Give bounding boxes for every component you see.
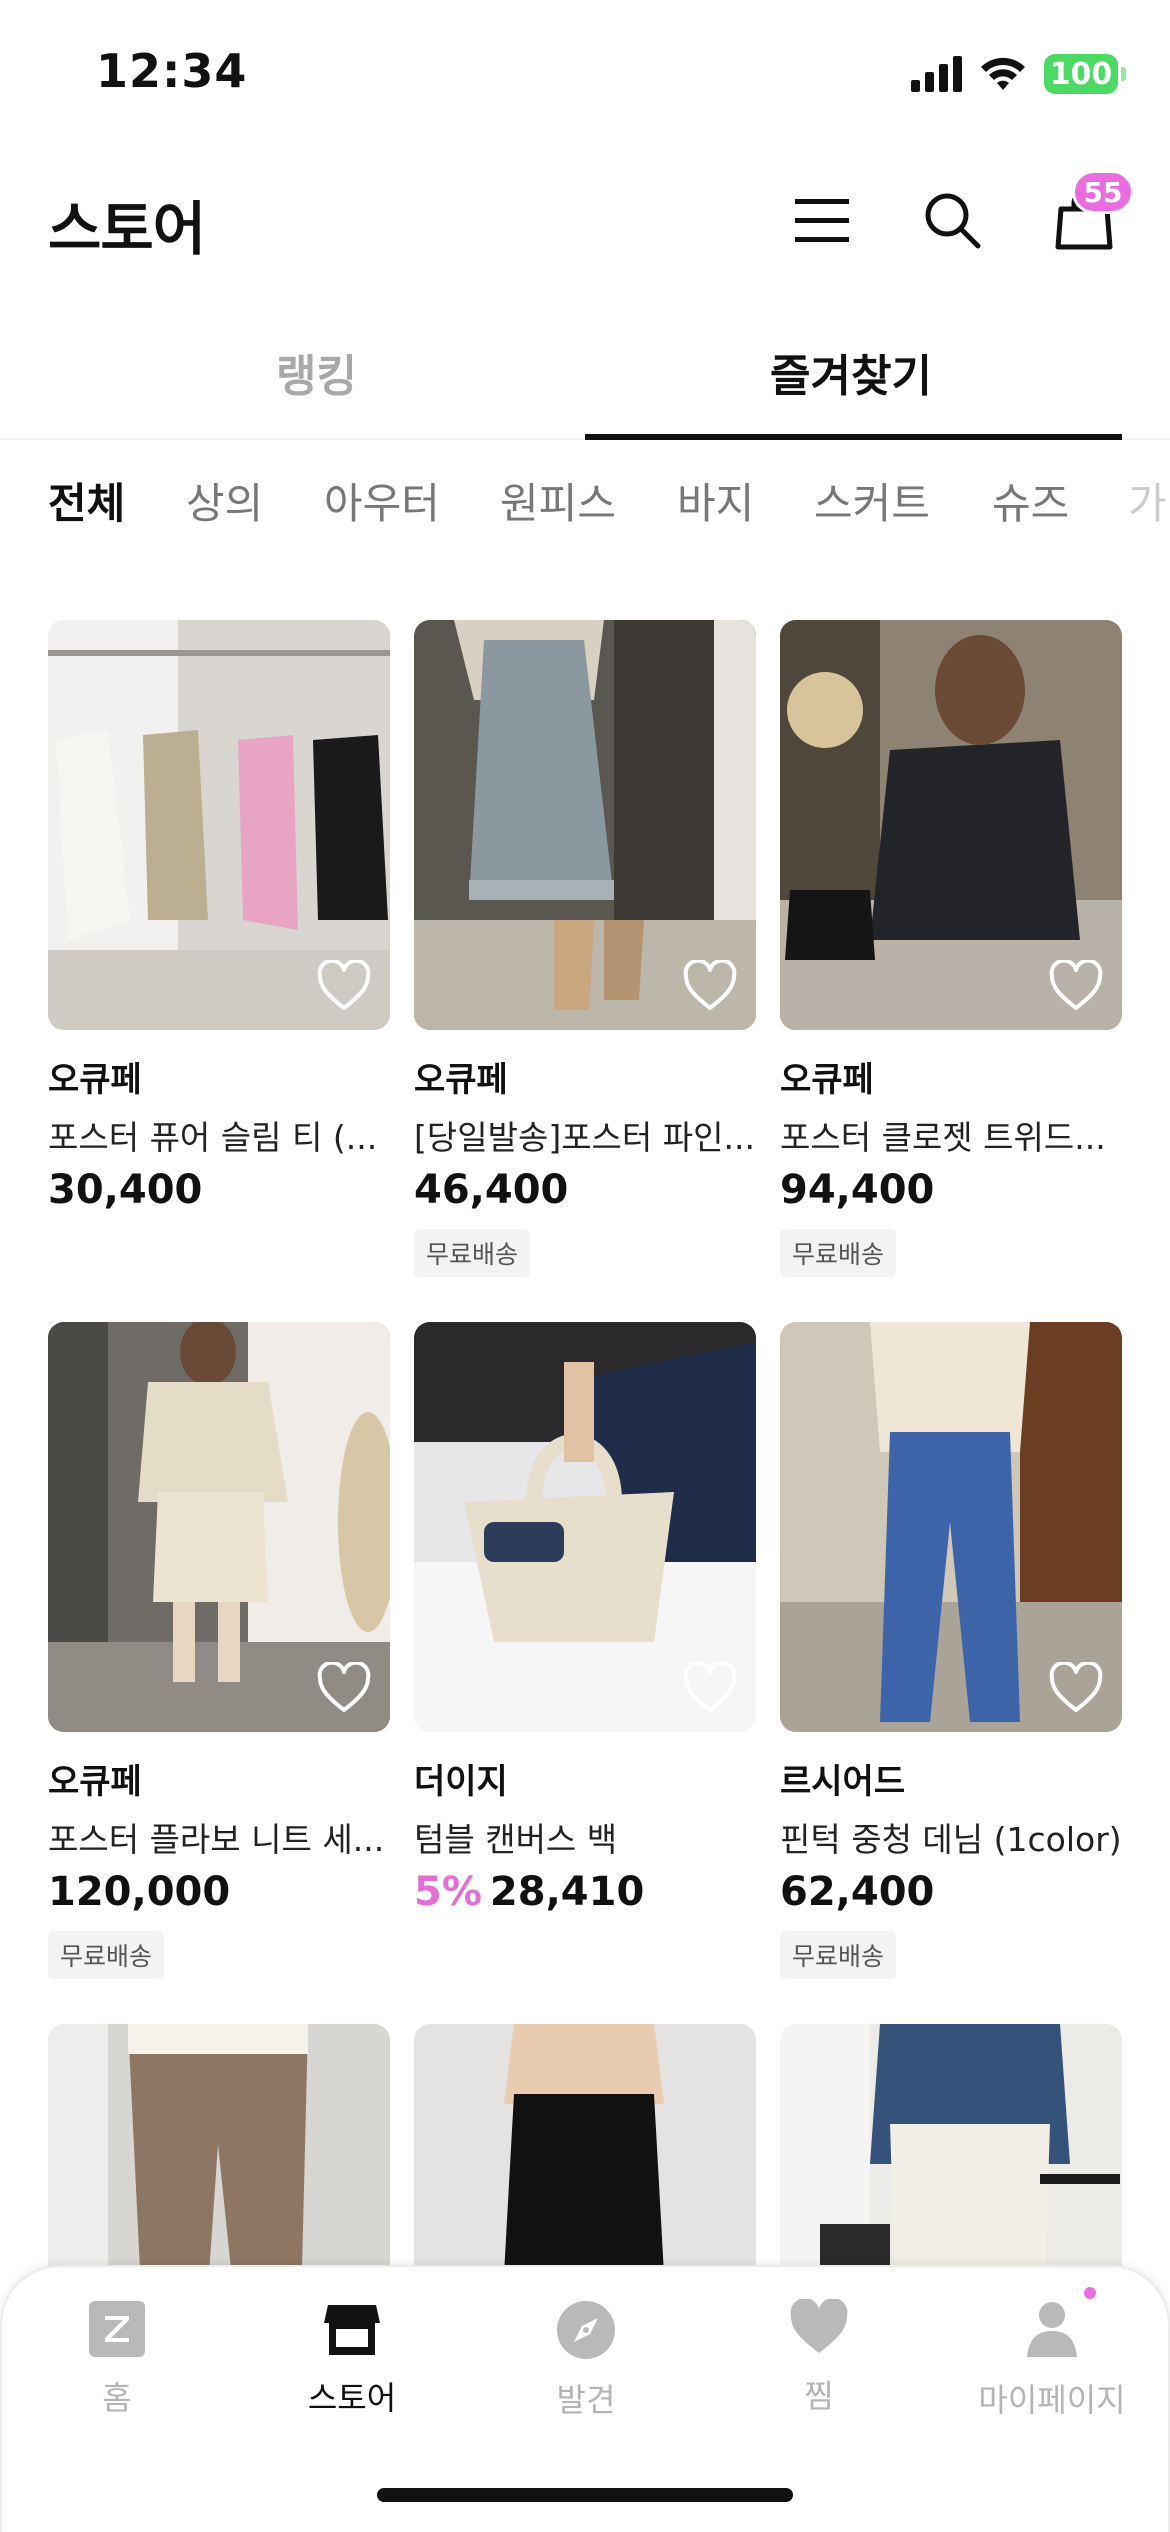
- store-icon: [324, 2305, 380, 2355]
- free-shipping-badge: 무료배송: [780, 1931, 897, 1979]
- product-image[interactable]: [414, 1322, 756, 1732]
- heart-icon[interactable]: [1048, 1662, 1104, 1714]
- cellular-signal-icon: [911, 56, 962, 92]
- nav-store[interactable]: 스토어: [242, 2299, 462, 2419]
- product-price-row: 120,000: [48, 1869, 390, 1915]
- product-name: 텀블 캔버스 백: [414, 1820, 618, 1859]
- menu-icon[interactable]: [782, 180, 862, 260]
- product-price-row: 94,400: [780, 1167, 1122, 1213]
- product-price: 46,400: [414, 1167, 569, 1213]
- category-skirt[interactable]: 스커트: [814, 470, 930, 531]
- product-brand: 더이지: [414, 1762, 508, 1802]
- product-image[interactable]: [48, 1322, 390, 1732]
- nav-discover[interactable]: 발견: [476, 2299, 696, 2421]
- status-time: 12:34: [96, 44, 248, 98]
- compass-icon: [557, 2301, 615, 2359]
- product-price: 62,400: [780, 1869, 935, 1915]
- search-icon[interactable]: [912, 180, 992, 260]
- nav-label: 찜: [804, 2377, 834, 2415]
- product-card[interactable]: 더이지 텀블 캔버스 백 5% 28,410: [414, 1322, 756, 1915]
- page-title: 스토어: [48, 195, 206, 263]
- nav-home[interactable]: 홈: [7, 2299, 227, 2419]
- product-name: 핀턱 중청 데님 (1color): [780, 1820, 1122, 1859]
- product-brand: 오큐페: [414, 1060, 508, 1100]
- status-bar: 12:34 100: [0, 0, 1170, 150]
- z-logo-icon: [89, 2301, 145, 2357]
- product-price-row: 5% 28,410: [414, 1869, 756, 1915]
- product-brand: 오큐페: [48, 1762, 142, 1802]
- product-card[interactable]: 르시어드 핀턱 중청 데님 (1color) 62,400 무료배송: [780, 1322, 1122, 1979]
- category-pants[interactable]: 바지: [677, 470, 754, 531]
- product-card[interactable]: 오큐페 포스터 퓨어 슬림 티 (... 30,400: [48, 620, 390, 1213]
- wifi-icon: [981, 57, 1025, 90]
- product-card[interactable]: 오큐페 포스터 플라보 니트 세... 120,000 무료배송: [48, 1322, 390, 1979]
- store-header: 스토어 55: [0, 150, 1170, 290]
- home-indicator: [377, 2488, 793, 2502]
- heart-icon[interactable]: [682, 1662, 738, 1714]
- product-name: [당일발송]포스터 파인...: [414, 1118, 755, 1157]
- cart-count-badge: 55: [1072, 170, 1134, 214]
- product-brand: 오큐페: [48, 1060, 142, 1100]
- product-image[interactable]: [780, 1322, 1122, 1732]
- free-shipping-badge: 무료배송: [780, 1229, 897, 1277]
- product-discount: 5%: [414, 1869, 482, 1915]
- nav-label: 홈: [102, 2379, 132, 2417]
- product-price-row: 62,400: [780, 1869, 1122, 1915]
- product-image[interactable]: [414, 620, 756, 1030]
- product-image[interactable]: [48, 620, 390, 1030]
- product-price: 30,400: [48, 1167, 203, 1213]
- product-brand: 르시어드: [780, 1762, 906, 1802]
- store-tabs: 랭킹 즐겨찾기: [0, 320, 1170, 440]
- nav-label: 스토어: [307, 2379, 397, 2417]
- product-name: 포스터 클로젯 트위드...: [780, 1118, 1106, 1157]
- product-card[interactable]: 오큐페 [당일발송]포스터 파인... 46,400 무료배송: [414, 620, 756, 1277]
- person-icon: [1027, 2302, 1077, 2357]
- product-price: 94,400: [780, 1167, 935, 1213]
- category-more[interactable]: 가: [1128, 470, 1167, 531]
- product-price: 120,000: [48, 1869, 231, 1915]
- free-shipping-badge: 무료배송: [48, 1931, 165, 1979]
- product-name: 포스터 퓨어 슬림 티 (...: [48, 1118, 378, 1157]
- category-tops[interactable]: 상의: [186, 470, 263, 531]
- battery-icon: 100: [1044, 54, 1126, 94]
- notification-dot: [1084, 2287, 1096, 2299]
- heart-icon: [790, 2299, 848, 2353]
- category-shoes[interactable]: 슈즈: [992, 470, 1069, 531]
- category-filter-bar: 전체 상의 아우터 원피스 바지 스커트 슈즈 가: [0, 470, 1170, 550]
- active-tab-indicator: [585, 434, 1122, 440]
- category-outer[interactable]: 아우터: [324, 470, 440, 531]
- heart-icon[interactable]: [316, 960, 372, 1012]
- product-brand: 오큐페: [780, 1060, 874, 1100]
- product-name: 포스터 플라보 니트 세...: [48, 1820, 385, 1859]
- product-image[interactable]: [780, 620, 1122, 1030]
- status-icons: 100: [911, 52, 1126, 96]
- heart-icon[interactable]: [1048, 960, 1104, 1012]
- free-shipping-badge: 무료배송: [414, 1229, 531, 1277]
- tab-ranking[interactable]: 랭킹: [276, 340, 357, 404]
- tab-favorites[interactable]: 즐겨찾기: [770, 340, 932, 404]
- product-card[interactable]: 오큐페 포스터 클로젯 트위드... 94,400 무료배송: [780, 620, 1122, 1277]
- heart-icon[interactable]: [682, 960, 738, 1012]
- product-price-row: 46,400: [414, 1167, 756, 1213]
- nav-label: 발견: [556, 2381, 616, 2419]
- heart-icon[interactable]: [316, 1662, 372, 1714]
- category-all[interactable]: 전체: [48, 470, 125, 531]
- nav-wishlist[interactable]: 찜: [709, 2299, 929, 2417]
- product-price-row: 30,400: [48, 1167, 390, 1213]
- nav-label: 마이페이지: [978, 2381, 1126, 2419]
- product-price: 28,410: [489, 1869, 645, 1915]
- nav-mypage[interactable]: 마이페이지: [942, 2299, 1162, 2421]
- category-onepiece[interactable]: 원피스: [500, 470, 616, 531]
